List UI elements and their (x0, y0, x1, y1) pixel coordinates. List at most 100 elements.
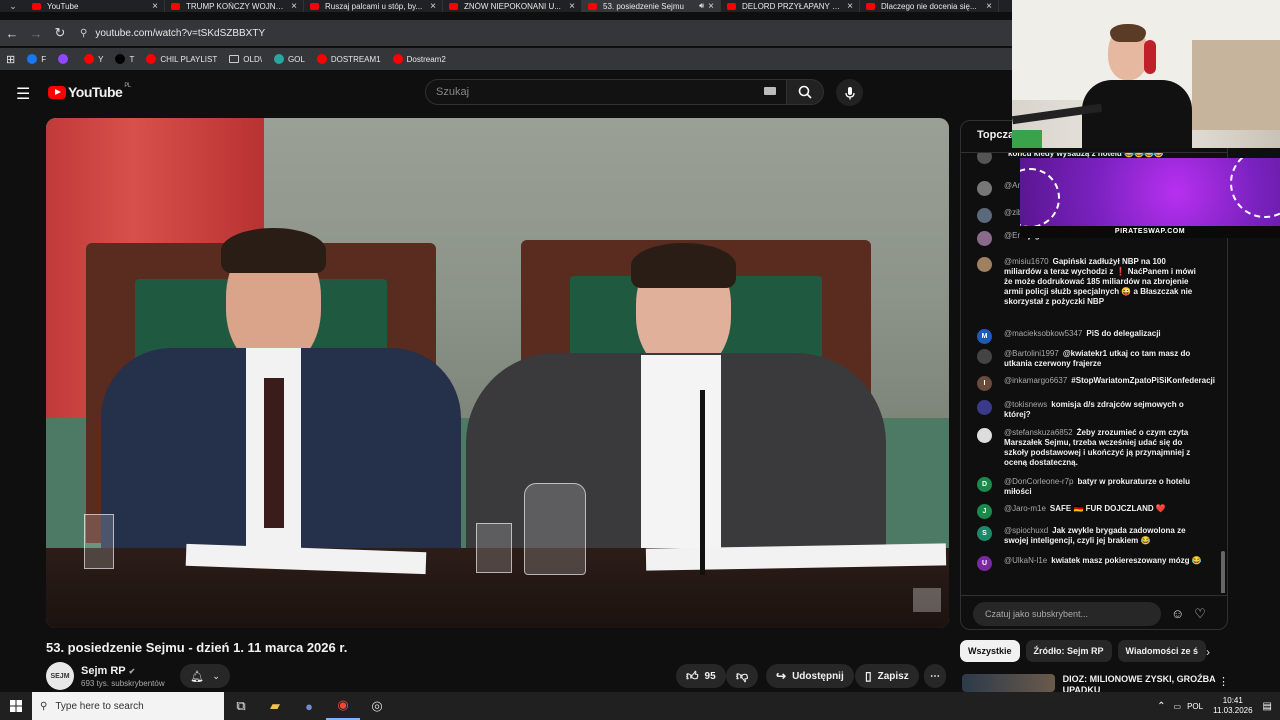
youtube-logo[interactable]: YouTube PL (48, 83, 131, 100)
browser-tab[interactable]: TRUMP KOŃCZY WOJNĘ... × (165, 0, 304, 12)
close-tab-icon[interactable]: × (430, 1, 436, 12)
more-vertical-icon[interactable]: ⋮ (1218, 675, 1229, 688)
close-tab-icon[interactable]: × (291, 1, 297, 12)
emoji-icon[interactable]: ☺ (1171, 606, 1184, 621)
browser-tab[interactable]: YouTube × (26, 0, 165, 12)
channel-name[interactable]: Sejm RP ✔ (81, 665, 165, 677)
back-arrow-icon[interactable]: ← (0, 26, 24, 41)
browser-tab[interactable]: DELORD PRZYŁAPANY Z... × (721, 0, 860, 12)
forward-arrow-icon[interactable]: → (24, 26, 48, 41)
chat-scrollbar[interactable] (1221, 551, 1225, 593)
windows-start-icon[interactable] (0, 692, 32, 720)
chevron-right-icon[interactable]: › (1206, 645, 1210, 659)
close-tab-icon[interactable]: × (569, 1, 575, 12)
chat-author[interactable]: @stefanskuza6852 (1004, 428, 1073, 437)
tab-search-menu-icon[interactable]: ⌄ (0, 0, 26, 12)
close-tab-icon[interactable]: × (847, 1, 853, 12)
recommended-video[interactable]: DIOZ: MILIONOWE ZYSKI, GROŹBA UPADKU (962, 674, 1228, 695)
notifications-icon[interactable]: ▤ (1263, 701, 1272, 712)
site-info-icon[interactable]: ⚲ (80, 28, 87, 39)
discord-icon[interactable]: ● (292, 692, 326, 720)
voice-search-button[interactable] (836, 79, 863, 106)
more-actions-button[interactable]: ⋯ (924, 664, 946, 688)
chat-author[interactable]: @UlkaN-l1e (1004, 556, 1047, 565)
chat-author[interactable]: @tokisnews (1004, 400, 1047, 409)
channel-avatar[interactable]: SEJM (46, 662, 74, 690)
task-view-icon[interactable]: ⧉ (224, 692, 258, 720)
save-button[interactable]: ▯ Zapisz (855, 664, 919, 688)
chat-avatar[interactable] (977, 231, 992, 246)
heart-icon[interactable]: ♡ (1194, 606, 1206, 622)
recommended-video-title[interactable]: DIOZ: MILIONOWE ZYSKI, GROŹBA UPADKU (1063, 674, 1228, 695)
like-button[interactable]: 👍︎ 95 (676, 664, 726, 688)
browser-tab[interactable]: 53. posiedzenie Sejmu 🔊︎ × (582, 0, 721, 12)
search-button[interactable] (786, 79, 824, 105)
chat-author[interactable]: @spiochuxd (1004, 526, 1048, 535)
chat-avatar[interactable] (977, 181, 992, 196)
recommended-video-thumbnail[interactable] (962, 674, 1055, 692)
chat-avatar[interactable] (977, 153, 992, 164)
network-icon[interactable]: ▭ (1174, 702, 1182, 711)
bookmark-item[interactable]: T (115, 54, 134, 64)
chat-avatar[interactable]: U (977, 556, 992, 571)
chat-message[interactable]: J @Jaro-m1e SAFE 🇩🇪 FUR DOJCZLAND ❤️ (977, 504, 1203, 519)
chat-author[interactable]: @DonCorleone-r7p (1004, 477, 1074, 486)
bookmark-item[interactable]: Dostream2 (392, 54, 446, 64)
bookmark-item[interactable]: CHIL PLAYLIST (146, 54, 217, 64)
apps-grid-icon[interactable]: ⊞ (6, 53, 15, 66)
chat-message[interactable]: S @spiochuxd Jak zwykle brygada zadowolona… (977, 526, 1203, 546)
filter-chip[interactable]: Źródło: Sejm RP (1025, 640, 1112, 662)
chat-avatar[interactable]: M (977, 329, 992, 344)
chat-avatar[interactable]: S (977, 526, 992, 541)
taskbar-clock[interactable]: 10:41 11.03.2026 (1213, 696, 1252, 716)
chat-message[interactable]: U @UlkaN-l1e kwiatek masz pokiereszowany m… (977, 556, 1203, 571)
close-tab-icon[interactable]: × (708, 1, 714, 12)
chat-author[interactable]: @misiu1670 (1004, 257, 1049, 266)
browser-tab[interactable]: Dlaczego nie docenia się... × (860, 0, 999, 12)
file-explorer-icon[interactable]: ▰ (258, 692, 292, 720)
video-player[interactable] (46, 118, 949, 628)
bookmark-item[interactable]: GOL (273, 54, 305, 64)
chat-message[interactable]: I @inkamargo6637 #StopWariatomZpatoPiSiKon… (977, 376, 1215, 391)
dislike-button[interactable]: 👎︎ (726, 664, 759, 688)
chat-message[interactable]: @tokisnews komisja d/s zdrajców sejmowych… (977, 400, 1203, 420)
keyboard-icon[interactable] (764, 87, 776, 95)
chat-author[interactable]: @Bartolini1997 (1004, 349, 1059, 358)
chat-message[interactable]: @stefanskuza6852 Żeby zrozumieć o czym cz… (977, 428, 1203, 468)
chat-avatar[interactable] (977, 428, 992, 443)
chat-author[interactable]: @macieksobkow5347 (1004, 329, 1082, 338)
filter-chip[interactable]: Wszystkie (960, 640, 1020, 662)
chat-input[interactable]: Czatuj jako subskrybent... (973, 601, 1161, 626)
menu-icon[interactable]: ☰ (16, 84, 30, 104)
chat-author[interactable]: @Jaro-m1e (1004, 504, 1046, 513)
reload-icon[interactable]: ↻ (48, 25, 72, 41)
bookmark-item[interactable]: Y (84, 54, 103, 64)
search-input[interactable]: Szukaj (425, 79, 787, 105)
bookmark-item[interactable]: F (27, 54, 46, 64)
chat-message[interactable]: M @macieksobkow5347 PiS do delegalizacji (977, 329, 1203, 344)
bookmark-item[interactable]: DOSTREAM1 (316, 54, 381, 64)
chat-author[interactable]: @inkamargo6637 (1004, 376, 1067, 385)
notification-bell-button[interactable]: 🔔︎ ⌄ (180, 664, 230, 688)
chat-avatar[interactable] (977, 208, 992, 223)
chat-avatar[interactable]: I (977, 376, 992, 391)
chat-message[interactable]: @misiu1670 Gapiński zadłużył NBP na 100 m… (977, 257, 1203, 307)
browser-tab[interactable]: ZNÓW NIEPOKONANI U... × (443, 0, 582, 12)
chat-message[interactable]: @Bartolini1997 @kwiatekr1 utkaj co tam ma… (977, 349, 1203, 369)
chat-avatar[interactable] (977, 257, 992, 272)
chat-avatar[interactable] (977, 400, 992, 415)
close-tab-icon[interactable]: × (152, 1, 158, 12)
chat-avatar[interactable]: J (977, 504, 992, 519)
obs-icon[interactable]: ◎ (360, 692, 394, 720)
chrome-icon[interactable]: ◉ (326, 692, 360, 720)
chat-message[interactable]: D @DonCorleone-r7p batyr w prokuraturze o … (977, 477, 1203, 497)
bookmark-item[interactable]: OLD\ (229, 55, 262, 64)
share-button[interactable]: ↪ Udostępnij (766, 664, 854, 688)
taskbar-search[interactable]: ⚲ Type here to search (32, 692, 224, 720)
close-tab-icon[interactable]: × (986, 1, 992, 12)
tray-chevron-up-icon[interactable]: ⌃ (1157, 701, 1165, 712)
language-indicator[interactable]: POL (1187, 702, 1203, 711)
url-field[interactable]: ⚲ youtube.com/watch?v=tSKdSZBBXTY (80, 21, 1012, 45)
speaker-icon[interactable]: 🔊︎ (699, 1, 704, 11)
browser-tab[interactable]: Ruszaj palcami u stóp, by... × (304, 0, 443, 12)
